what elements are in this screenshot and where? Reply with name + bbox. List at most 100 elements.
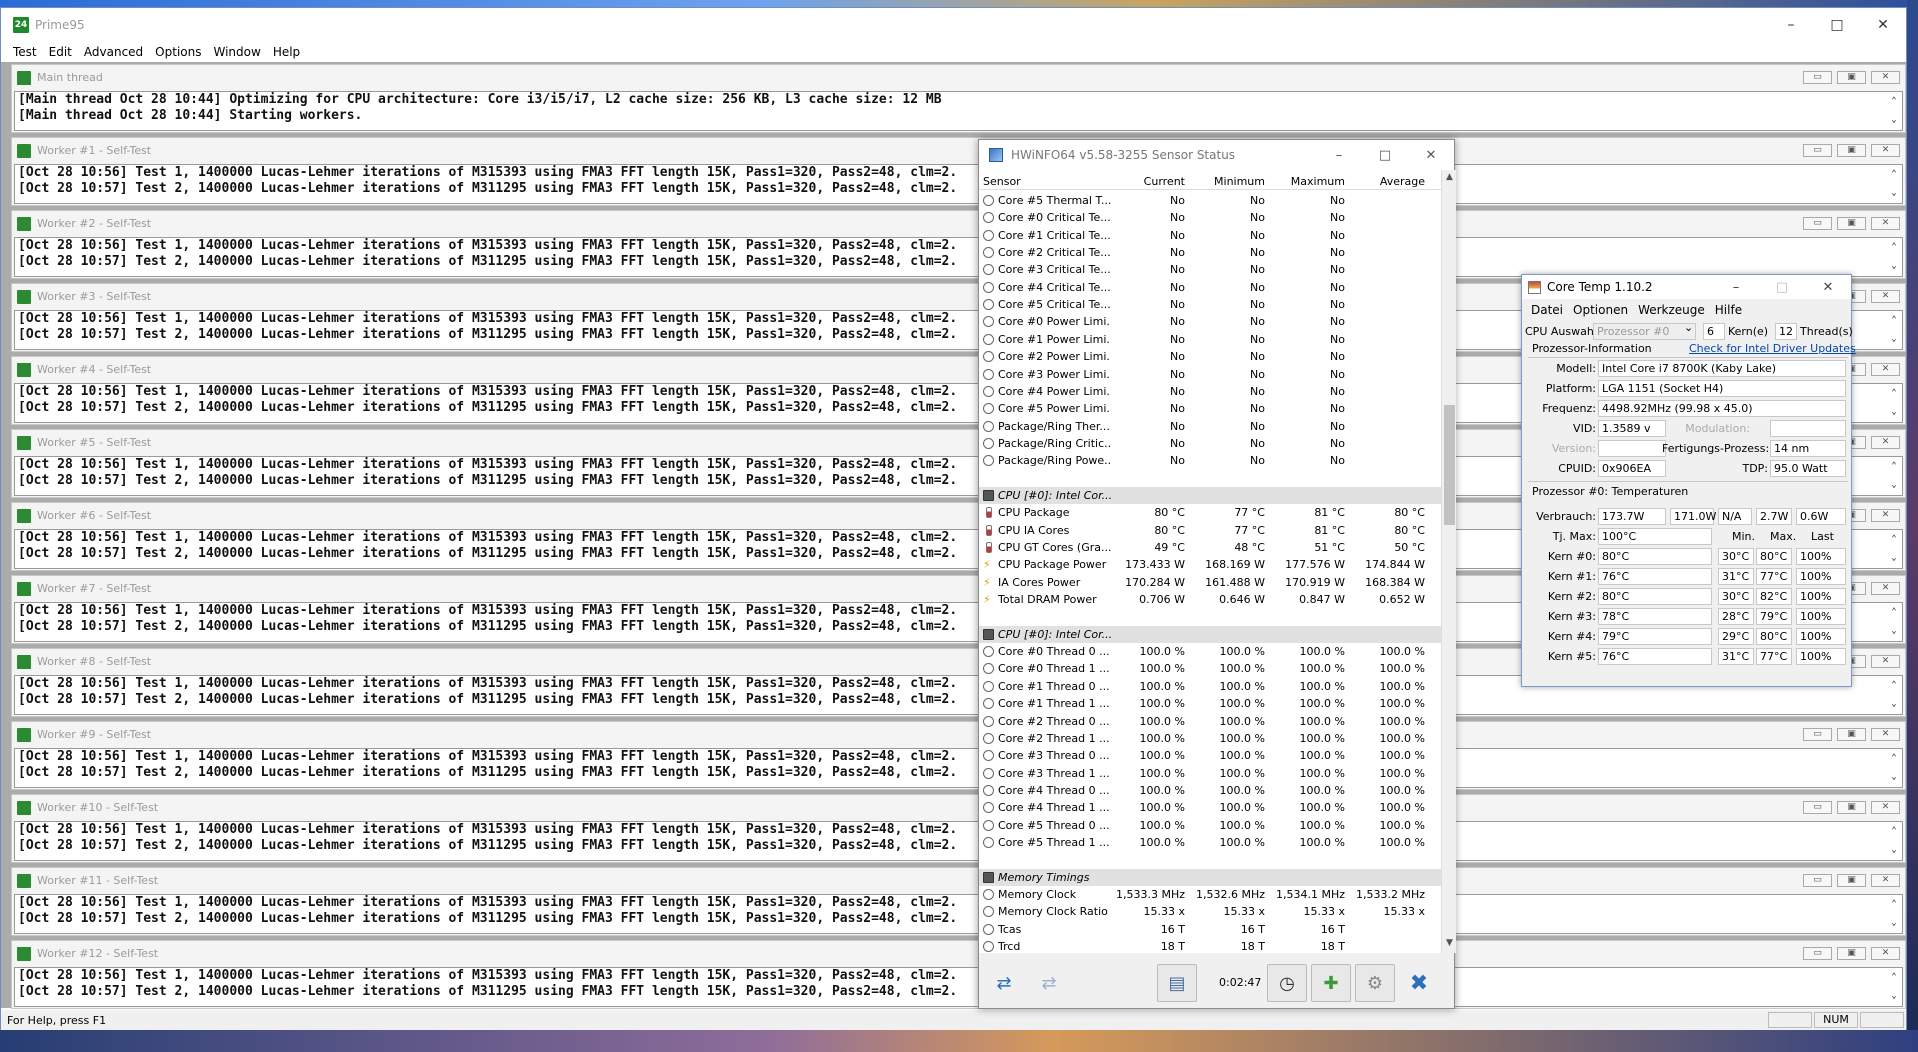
close-button[interactable]: ✕ [1871,290,1900,303]
sensor-row[interactable]: ⚡ IA Cores Power 170.284 W 161.488 W 170.919… [979,574,1441,591]
sensor-row[interactable]: ⚡ Total DRAM Power 0.706 W 0.646 W 0.847 W 0.… [979,591,1441,608]
minimize-button[interactable]: ▭ [1803,874,1832,887]
column-header-sensor[interactable]: Sensor [979,175,1111,188]
maximize-button[interactable]: ▣ [1837,947,1866,960]
sensor-row[interactable]: Tcas 16 T 16 T 16 T [979,921,1441,938]
menu-edit[interactable]: Edit [43,45,78,59]
sensor-row[interactable]: CPU IA Cores 80 °C 77 °C 81 °C 80 °C [979,522,1441,539]
add-report-icon[interactable]: ✚ [1311,964,1351,1002]
menu-test[interactable]: Test [7,45,43,59]
log-scrollbar[interactable]: ⌃ ⌄ [1886,165,1902,203]
menu-options[interactable]: Options [149,45,207,59]
sensor-row[interactable]: Core #4 Power Limi... No No No [979,383,1441,400]
sensor-row[interactable]: Core #2 Thread 1 ... 100.0 % 100.0 % 100.0 … [979,730,1441,747]
log-scrollbar[interactable]: ⌃ ⌄ [1886,92,1902,130]
sensor-row[interactable]: Core #1 Critical Te... No No No [979,227,1441,244]
menu-advanced[interactable]: Advanced [78,45,149,59]
minimize-button[interactable]: ▭ [1803,71,1832,84]
nav-left-right-icon[interactable]: ⇄ [984,964,1024,1002]
close-button[interactable]: ✕ [1871,509,1900,522]
sensor-row[interactable]: CPU GT Cores (Gra... 49 °C 48 °C 51 °C 50 °C [979,539,1441,556]
sensor-row[interactable]: Core #5 Thread 0 ... 100.0 % 100.0 % 100.0 … [979,817,1441,834]
close-button[interactable]: ✕ [1871,728,1900,741]
close-button[interactable]: ✕ [1871,363,1900,376]
sensor-row[interactable]: Core #5 Critical Te... No No No [979,296,1441,313]
sensor-row[interactable]: Core #2 Critical Te... No No No [979,244,1441,261]
sensor-row[interactable]: Core #5 Power Limi... No No No [979,400,1441,417]
sensor-scrollbar[interactable]: ▲ ▼ [1441,170,1456,953]
sensor-row[interactable]: Core #5 Thermal T... No No No [979,192,1441,209]
coretemp-titlebar[interactable]: Core Temp 1.10.2 – □ ✕ [1522,275,1851,299]
sensor-row[interactable]: Core #4 Thread 1 ... 100.0 % 100.0 % 100.0 … [979,799,1441,816]
worker-10-titlebar[interactable]: Worker #10 - Self-Test ▭ ▣ ✕ [12,795,1905,820]
prime95-titlebar[interactable]: 24 Prime95 – □ ✕ [1,8,1906,42]
close-button[interactable]: ✕ [1871,947,1900,960]
sensor-row[interactable]: Core #4 Critical Te... No No No [979,279,1441,296]
close-button[interactable]: ✕ [1871,655,1900,668]
sensor-row[interactable]: Core #3 Power Limi... No No No [979,366,1441,383]
worker-11-log[interactable]: [Oct 28 10:56] Test 1, 1400000 Lucas-Leh… [14,894,1903,934]
coretemp-menu-hilfe[interactable]: Hilfe [1710,303,1747,317]
column-header-average[interactable]: Average [1351,175,1431,188]
minimize-button[interactable]: ▭ [1803,217,1832,230]
worker-9-log[interactable]: [Oct 28 10:56] Test 1, 1400000 Lucas-Leh… [14,748,1903,788]
close-button[interactable]: ✕ [1860,8,1906,42]
log-scrollbar[interactable]: ⌃ ⌄ [1886,457,1902,495]
log-scrollbar[interactable]: ⌃ ⌄ [1886,822,1902,860]
worker-9-titlebar[interactable]: Worker #9 - Self-Test ▭ ▣ ✕ [12,722,1905,747]
close-button[interactable]: ✕ [1871,874,1900,887]
sensor-row[interactable]: Core #0 Power Limi... No No No [979,313,1441,330]
sensor-row[interactable]: Core #3 Thread 0 ... 100.0 % 100.0 % 100.0 … [979,747,1441,764]
close-button[interactable]: ✕ [1871,436,1900,449]
sensor-group-row[interactable]: CPU [#0]: Intel Cor... [979,486,1441,504]
hwinfo-minimize-button[interactable]: – [1316,140,1362,170]
scroll-thumb[interactable] [1444,405,1455,525]
close-button[interactable]: ✕ [1871,144,1900,157]
minimize-button[interactable]: ▭ [1803,947,1832,960]
close-button[interactable]: ✕ [1871,217,1900,230]
sensor-row[interactable]: Core #3 Critical Te... No No No [979,261,1441,278]
sensor-row[interactable]: Core #1 Power Limi... No No No [979,331,1441,348]
log-scrollbar[interactable]: ⌃ ⌄ [1886,530,1902,568]
sensor-row[interactable]: Memory Clock 1,533.3 MHz 1,532.6 MHz 1,534.… [979,886,1441,903]
worker-12-titlebar[interactable]: Worker #12 - Self-Test ▭ ▣ ✕ [12,941,1905,966]
scroll-up-icon[interactable]: ▲ [1442,172,1457,182]
coretemp-menu-datei[interactable]: Datei [1526,303,1568,317]
worker-2-log[interactable]: [Oct 28 10:56] Test 1, 1400000 Lucas-Leh… [14,237,1903,277]
minimize-button[interactable]: ▭ [1803,144,1832,157]
worker-2-titlebar[interactable]: Worker #2 - Self-Test ▭ ▣ ✕ [12,211,1905,236]
sensor-row[interactable]: Core #0 Thread 1 ... 100.0 % 100.0 % 100.0 … [979,660,1441,677]
column-header-maximum[interactable]: Maximum [1271,175,1351,188]
worker-10-log[interactable]: [Oct 28 10:56] Test 1, 1400000 Lucas-Leh… [14,821,1903,861]
hwinfo-titlebar[interactable]: HWiNFO64 v5.58-3255 Sensor Status – □ ✕ [979,140,1454,170]
sensor-row[interactable]: Core #4 Thread 0 ... 100.0 % 100.0 % 100.0 … [979,782,1441,799]
clock-icon[interactable]: ◷ [1267,964,1307,1002]
worker-1-log[interactable]: [Oct 28 10:56] Test 1, 1400000 Lucas-Leh… [14,164,1903,204]
network-icon[interactable]: ▤ [1157,964,1197,1002]
sensor-row[interactable]: Memory Clock Ratio 15.33 x 15.33 x 15.33 x 1… [979,903,1441,920]
sensor-row[interactable]: Package/Ring Powe... No No No [979,452,1441,469]
sensor-row[interactable]: Core #0 Critical Te... No No No [979,209,1441,226]
coretemp-menu-werkzeuge[interactable]: Werkzeuge [1633,303,1710,317]
log-scrollbar[interactable]: ⌃ ⌄ [1886,384,1902,422]
worker-12-log[interactable]: [Oct 28 10:56] Test 1, 1400000 Lucas-Leh… [14,967,1903,1007]
sensor-row[interactable]: Core #2 Power Limi... No No No [979,348,1441,365]
maximize-button[interactable]: ▣ [1837,801,1866,814]
sensor-row[interactable]: Package/Ring Ther... No No No [979,418,1441,435]
maximize-button[interactable]: ▣ [1837,728,1866,741]
hwinfo-close-button[interactable]: ✕ [1408,140,1454,170]
coretemp-menu-optionen[interactable]: Optionen [1568,303,1633,317]
maximize-button[interactable]: ▣ [1837,71,1866,84]
maximize-button[interactable]: ▣ [1837,217,1866,230]
log-scrollbar[interactable]: ⌃ ⌄ [1886,238,1902,276]
minimize-button[interactable]: ▭ [1803,801,1832,814]
coretemp-minimize-button[interactable]: – [1713,275,1759,299]
coretemp-close-button[interactable]: ✕ [1805,275,1851,299]
scroll-down-icon[interactable]: ▼ [1442,938,1457,948]
log-scrollbar[interactable]: ⌃ ⌄ [1886,676,1902,714]
main-thread-titlebar[interactable]: Main thread ▭ ▣ ✕ [12,65,1905,90]
nav-right-icon[interactable]: ⇄ [1029,964,1069,1002]
hwinfo-maximize-button[interactable]: □ [1362,140,1408,170]
close-button[interactable]: ✕ [1871,801,1900,814]
sensor-row[interactable]: Core #3 Thread 1 ... 100.0 % 100.0 % 100.0 … [979,765,1441,782]
